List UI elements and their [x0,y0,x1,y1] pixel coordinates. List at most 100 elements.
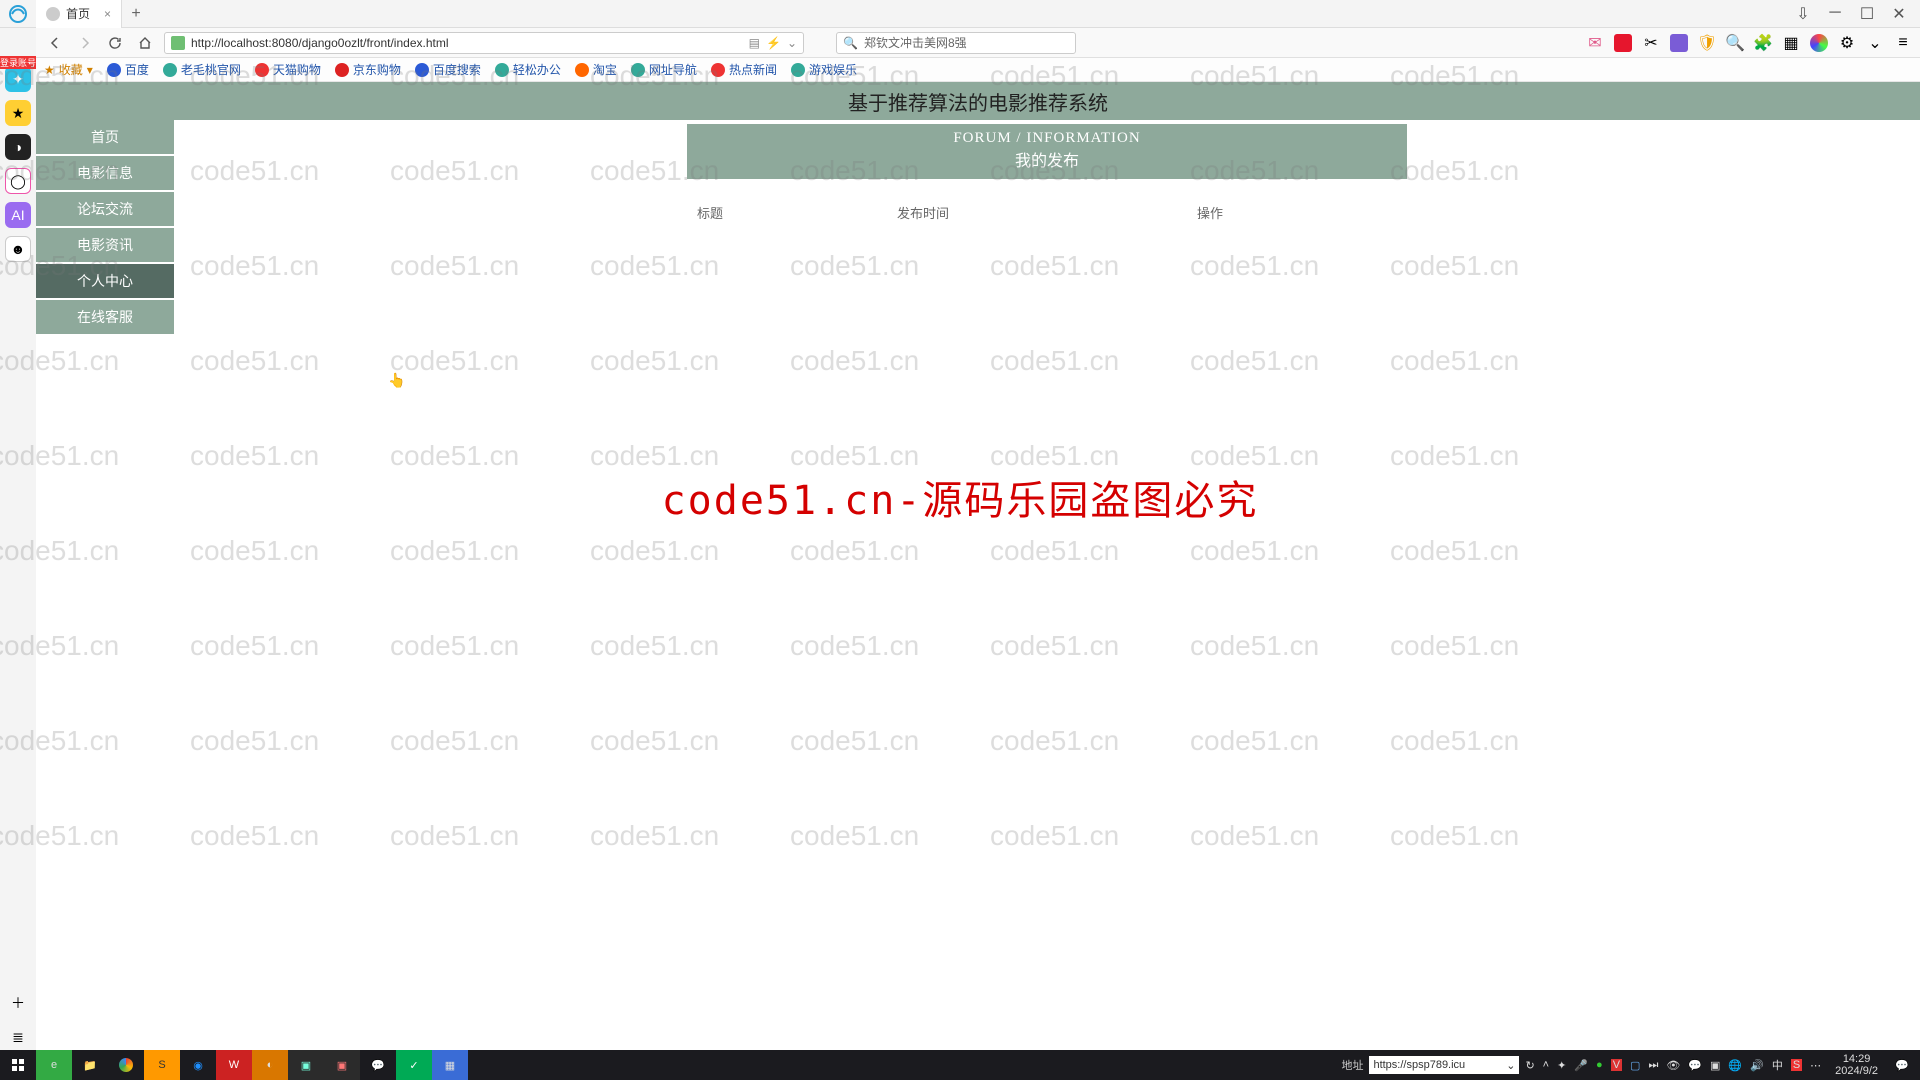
tray-play-icon[interactable]: ⏭ [1648,1059,1658,1072]
tray-shield-icon[interactable]: V [1611,1059,1622,1071]
reader-icon[interactable]: ▤ [749,36,760,50]
url-input[interactable]: http://localhost:8080/django0ozlt/front/… [164,32,804,54]
posts-table: 标题 发布时间 操作 [687,197,1407,228]
taskbar-address: 地址 https://spsp789.icu⌄ ↻ [1341,1056,1534,1074]
browser-logo-icon [0,0,36,28]
nav-movie-news[interactable]: 电影资讯 [36,228,174,262]
taskbar-calculator-icon[interactable]: ▦ [432,1050,468,1080]
bookmark-tmall[interactable]: 天猫购物 [255,61,321,78]
dock-app-4[interactable]: ◯ [5,168,31,194]
start-button[interactable] [0,1050,36,1080]
tray-sogou-icon[interactable]: S [1791,1059,1802,1071]
app-title: 基于推荐算法的电影推荐系统 [36,82,1920,120]
bookmark-nav[interactable]: 网址导航 [631,61,697,78]
col-publish-time: 发布时间 [897,203,1197,222]
forward-button[interactable] [74,32,96,54]
taskbar-address-label: 地址 [1341,1057,1363,1073]
taskbar-app7-icon[interactable]: ◐ [252,1050,288,1080]
nav-customer-service[interactable]: 在线客服 [36,300,174,334]
tray-box-icon[interactable]: ▢ [1630,1059,1640,1072]
dock-app-5[interactable]: AI [5,202,31,228]
tray-app-icon[interactable]: ● [1596,1059,1603,1071]
tray-mic-icon[interactable]: 🎤 [1574,1059,1588,1072]
taskbar-chrome-icon[interactable] [108,1050,144,1080]
taskbar-wps-icon[interactable]: W [216,1050,252,1080]
taskbar-address-input[interactable]: https://spsp789.icu⌄ [1369,1056,1519,1074]
bookmark-baidusearch[interactable]: 百度搜索 [415,61,481,78]
tray-app2-icon[interactable]: ▣ [1710,1059,1720,1072]
tray-star-icon[interactable]: ✦ [1557,1059,1566,1072]
tab-title: 首页 [66,5,90,22]
main-content: FORUM / INFORMATION 我的发布 标题 发布时间 操作 [174,120,1920,1050]
taskbar-explorer-icon[interactable]: 📁 [72,1050,108,1080]
taskbar-browser-icon[interactable]: e [36,1050,72,1080]
chevron-down-icon[interactable]: ⌄ [1866,34,1884,52]
dock-app-6[interactable]: ☻ [5,236,31,262]
home-button[interactable] [134,32,156,54]
shield-ext-icon[interactable]: 🛡 [1698,34,1716,52]
tray-wechat-icon[interactable]: 💬 [1688,1059,1702,1072]
minimize-button[interactable]: ─ [1826,4,1844,24]
nav-personal-center[interactable]: 个人中心 [36,264,174,298]
search-input[interactable]: 🔍 郑钦文冲击美网8强 [836,32,1076,54]
dock-app-2[interactable]: ★ [5,100,31,126]
close-window-button[interactable]: ✕ [1890,4,1908,24]
tray-dots-icon[interactable]: ⋯ [1810,1059,1821,1072]
color-icon[interactable] [1810,34,1828,52]
nav-home[interactable]: 首页 [36,120,174,154]
back-button[interactable] [44,32,66,54]
taskbar-refresh-icon[interactable]: ↻ [1525,1059,1534,1072]
tray-eye-icon[interactable]: 👁 [1666,1059,1680,1072]
bookmarks-bar: ★ 收藏 ▾ 百度 老毛桃官网 天猫购物 京东购物 百度搜索 轻松办公 淘宝 网… [0,58,1920,82]
translate-icon[interactable] [1670,34,1688,52]
puzzle-icon[interactable]: 🧩 [1754,34,1772,52]
settings-icon[interactable]: ⚙ [1838,34,1856,52]
tray-ime-icon[interactable]: 中 [1772,1057,1783,1073]
taskbar-intellij-icon[interactable]: ▣ [324,1050,360,1080]
reload-button[interactable] [104,32,126,54]
address-bar-row: http://localhost:8080/django0ozlt/front/… [0,28,1920,58]
bookmark-news[interactable]: 热点新闻 [711,61,777,78]
taskbar-app11-icon[interactable]: ✓ [396,1050,432,1080]
panel-header: FORUM / INFORMATION 我的发布 [687,124,1407,179]
nav-movie-info[interactable]: 电影信息 [36,156,174,190]
col-title: 标题 [697,203,897,222]
bookmark-baidu[interactable]: 百度 [107,61,149,78]
search-icon: 🔍 [843,36,858,50]
bookmark-jd[interactable]: 京东购物 [335,61,401,78]
flash-icon[interactable]: ⚡ [766,36,781,50]
dock-list-button[interactable]: ≣ [5,1024,31,1050]
download-icon[interactable]: ⇩ [1794,4,1812,24]
tab-close-icon[interactable]: × [104,7,111,21]
chevron-down-icon[interactable]: ⌄ [787,36,797,50]
dock-app-3[interactable]: ◑ [5,134,31,160]
apps-icon[interactable]: ▦ [1782,34,1800,52]
col-actions: 操作 [1197,203,1397,222]
nav-forum[interactable]: 论坛交流 [36,192,174,226]
bookmark-office[interactable]: 轻松办公 [495,61,561,78]
bookmark-games[interactable]: 游戏娱乐 [791,61,857,78]
weibo-icon[interactable] [1614,34,1632,52]
new-tab-button[interactable]: + [122,5,150,23]
dock-app-1[interactable]: ✦ [5,66,31,92]
taskbar-sublime-icon[interactable]: S [144,1050,180,1080]
tray-up-icon[interactable]: ˄ [1543,1059,1549,1071]
taskbar-clock[interactable]: 14:29 2024/9/2 [1829,1053,1884,1077]
taskbar-edge-icon[interactable]: ◉ [180,1050,216,1080]
tray-network-icon[interactable]: 🌐 [1728,1059,1742,1072]
bookmark-laomaotao[interactable]: 老毛桃官网 [163,61,241,78]
scissors-icon[interactable]: ✂ [1642,34,1660,52]
zoom-icon[interactable]: 🔍 [1726,34,1744,52]
maximize-button[interactable]: ☐ [1858,4,1876,24]
taskbar-wechat-icon[interactable]: 💬 [360,1050,396,1080]
dock-add-button[interactable]: ＋ [5,990,31,1016]
tray-volume-icon[interactable]: 🔊 [1750,1059,1764,1072]
login-badge[interactable]: 登录账号 [0,56,36,69]
clock-date: 2024/9/2 [1835,1065,1878,1077]
menu-icon[interactable]: ≡ [1894,34,1912,52]
bookmark-taobao[interactable]: 淘宝 [575,61,617,78]
mail-icon[interactable]: ✉ [1586,34,1604,52]
taskbar-pycharm-icon[interactable]: ▣ [288,1050,324,1080]
browser-tab[interactable]: 首页 × [36,0,122,28]
notifications-icon[interactable]: 💬 [1884,1050,1920,1080]
